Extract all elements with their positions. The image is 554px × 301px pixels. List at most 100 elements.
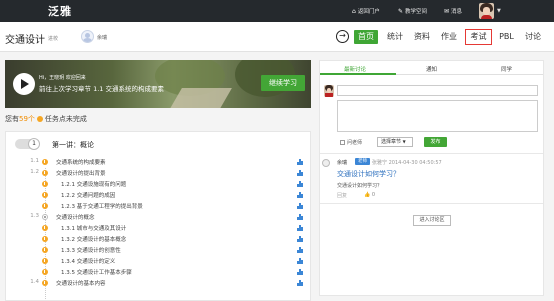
task-pending-icon <box>42 236 48 242</box>
task-pending-icon <box>42 247 48 253</box>
tab-homework[interactable]: 作业 <box>438 30 460 44</box>
stats-bar-icon[interactable] <box>297 214 303 220</box>
tab-exam[interactable]: 考试 <box>465 29 492 45</box>
chapter-select[interactable]: 选择章节 ▼ <box>377 137 413 147</box>
arrow-right-icon[interactable]: → <box>336 30 349 43</box>
app-logo[interactable]: 泛雅 <box>48 3 72 19</box>
thumbs-up-icon: 👍 <box>364 192 371 198</box>
comment-author[interactable]: 余瑞 <box>337 159 347 166</box>
section-label[interactable]: 1.3.4 交通设计的定义 <box>61 257 115 265</box>
stats-bar-icon[interactable] <box>297 192 303 198</box>
my-avatar <box>324 85 334 97</box>
chapter-section-row[interactable]: 1.3.1 城市与交通及其设计 <box>6 224 310 233</box>
task-pending-icon <box>42 203 48 209</box>
tab-latest-discussion[interactable]: 最新讨论 <box>344 65 366 73</box>
section-label[interactable]: 1.3.3 交通设计的创意性 <box>61 246 121 254</box>
chapter-section-row[interactable]: 1.4 交通设计的基本内容 <box>6 279 310 288</box>
task-dot-icon <box>36 116 43 122</box>
course-header: 交通设计 进校 余瑞 → 首页 统计 资料 作业 考试 PBL 讨论 <box>0 22 554 52</box>
home-icon: ⌂ <box>352 8 356 15</box>
publish-button[interactable]: 发布 <box>424 137 447 147</box>
stats-bar-icon[interactable] <box>297 225 303 231</box>
section-label[interactable]: 1.2.1 交通设施现有的问题 <box>61 180 126 188</box>
checkbox-icon <box>340 140 345 145</box>
task-pending-icon <box>42 159 48 165</box>
stats-bar-icon[interactable] <box>297 269 303 275</box>
chapter-section-row[interactable]: 1.1 交通系统的构成要素 <box>6 158 310 167</box>
unfinished-count: 59个 <box>19 115 35 123</box>
teacher-badge: 老师 <box>355 158 370 165</box>
chapter-section-row[interactable]: 1.2 交通设计的提出背景 <box>6 169 310 178</box>
teacher-avatar <box>81 30 94 43</box>
chapter-section-row[interactable]: 1.2.1 交通设施现有的问题 <box>6 180 310 189</box>
task-status-icon <box>42 214 48 220</box>
tab-notice[interactable]: 通知 <box>426 65 437 73</box>
comment-meta: 张雅宁 2014-04-30 04:50:57 <box>372 160 442 166</box>
section-number: 1.1 <box>30 158 39 164</box>
chapter-section-row[interactable]: 1.3.4 交通设计的定义 <box>6 257 310 266</box>
continue-learning-button[interactable]: 继续学习 <box>261 75 305 91</box>
stats-bar-icon[interactable] <box>297 247 303 253</box>
play-icon[interactable] <box>13 73 35 95</box>
section-label[interactable]: 交通设计的基本内容 <box>56 279 106 287</box>
discussion-title-input[interactable] <box>337 85 538 96</box>
tab-statistics[interactable]: 统计 <box>384 30 406 44</box>
task-pending-icon <box>42 192 48 198</box>
chapter-title: 第一讲：概论 <box>52 141 94 149</box>
task-pending-icon <box>42 225 48 231</box>
comment-title[interactable]: 交通设计如何学习？ <box>337 169 400 179</box>
chapter-list: 1 第一讲：概论 1.1 交通系统的构成要素 1.2 交通设计的提出背景 1.2.1 交… <box>5 131 311 301</box>
tab-discussion[interactable]: 讨论 <box>522 30 544 44</box>
section-label[interactable]: 交通系统的构成要素 <box>56 158 106 166</box>
section-number: 1.2 <box>30 169 39 175</box>
chapter-number: 1 <box>28 138 40 150</box>
nav-portal-link[interactable]: ⌂ 返回门户 <box>352 7 380 15</box>
nav-teaching-space-link[interactable]: ✎ 教学空间 <box>398 7 427 15</box>
section-label[interactable]: 交通设计的提出背景 <box>56 169 106 177</box>
ask-teacher-checkbox[interactable]: 问老师 <box>340 139 362 146</box>
tab-pbl[interactable]: PBL <box>496 30 517 44</box>
banner-greeting: Hi，王晓玥 欢迎回来 <box>39 75 86 81</box>
task-progress: 您有59个 任务点未完成 <box>5 115 87 123</box>
stats-bar-icon[interactable] <box>297 203 303 209</box>
enter-discussion-button[interactable]: 进入讨论区 <box>413 215 451 226</box>
section-number: 1.3 <box>30 213 39 219</box>
banner-last-section[interactable]: 前往上次学习章节 1.1 交通系统的构成要素 <box>39 83 164 93</box>
section-label[interactable]: 交通设计的概念 <box>56 213 95 221</box>
section-label[interactable]: 1.2.2 交通问题的成因 <box>61 191 115 199</box>
course-title: 交通设计 <box>5 35 45 46</box>
discussion-body-input[interactable] <box>337 100 538 132</box>
task-pending-icon <box>42 170 48 176</box>
reply-link[interactable]: 回复 <box>337 192 347 199</box>
stats-bar-icon[interactable] <box>297 159 303 165</box>
teacher-name: 余瑞 <box>97 35 108 41</box>
chapter-section-row[interactable]: 1.3.2 交通设计的基本概念 <box>6 235 310 244</box>
section-label[interactable]: 1.3.1 城市与交通及其设计 <box>61 224 126 232</box>
section-label[interactable]: 1.3.5 交通设计工作基本步骤 <box>61 268 132 276</box>
chapter-section-row[interactable]: 1.2.2 交通问题的成因 <box>6 191 310 200</box>
task-pending-icon <box>42 258 48 264</box>
chapter-section-row[interactable]: 1.3.5 交通设计工作基本步骤 <box>6 268 310 277</box>
stats-bar-icon[interactable] <box>297 258 303 264</box>
stats-bar-icon[interactable] <box>297 170 303 176</box>
chapter-section-row[interactable]: 1.3 交通设计的概念 <box>6 213 310 222</box>
course-subtitle: 进校 <box>48 36 59 42</box>
tab-materials[interactable]: 资料 <box>411 30 433 44</box>
section-label[interactable]: 1.3.2 交通设计的基本概念 <box>61 235 126 243</box>
nav-messages-link[interactable]: ✉ 消息 <box>444 7 462 15</box>
tab-home[interactable]: 首页 <box>354 30 378 44</box>
chapter-section-row[interactable]: 1.2.3 基于交通工程学的提出背景 <box>6 202 310 211</box>
task-pending-icon <box>42 269 48 275</box>
like-button[interactable]: 👍 0 <box>364 192 375 198</box>
discussion-panel: 最新讨论 通知 同学 问老师 选择章节 ▼ 发布 余瑞 老师 张雅宁 2014-… <box>319 60 544 296</box>
tab-classmates[interactable]: 同学 <box>501 65 512 73</box>
user-avatar[interactable] <box>479 3 494 19</box>
task-pending-icon <box>42 280 48 286</box>
stats-bar-icon[interactable] <box>297 236 303 242</box>
stats-bar-icon[interactable] <box>297 181 303 187</box>
commenter-avatar <box>322 159 330 167</box>
chevron-down-icon[interactable]: ▼ <box>497 8 501 14</box>
chapter-section-row[interactable]: 1.3.3 交通设计的创意性 <box>6 246 310 255</box>
stats-bar-icon[interactable] <box>297 280 303 286</box>
section-label[interactable]: 1.2.3 基于交通工程学的提出背景 <box>61 202 143 210</box>
